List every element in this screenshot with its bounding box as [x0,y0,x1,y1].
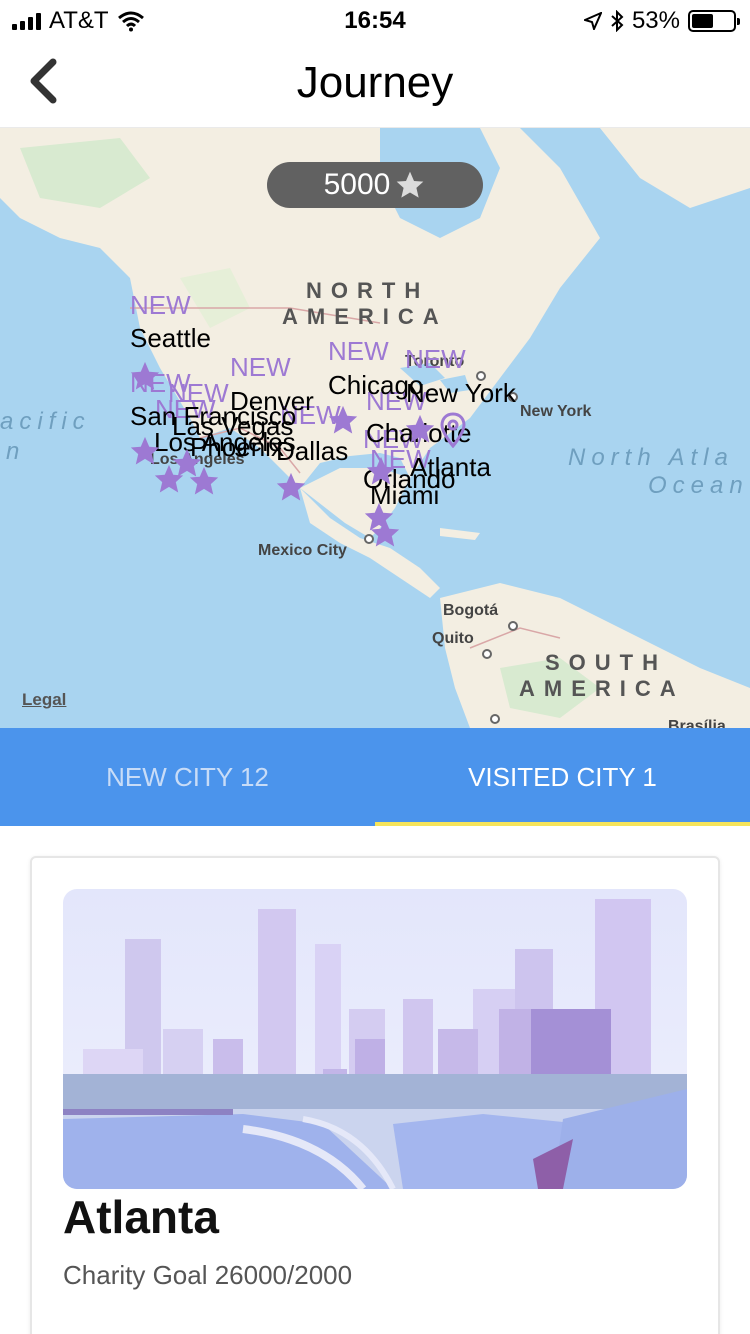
place-label: Bogotá [443,602,499,619]
battery-icon [688,10,740,32]
city-label-dallas[interactable]: Dallas [276,436,348,467]
skyline-illustration [63,889,687,1189]
city-star-marker-icon[interactable] [368,516,402,550]
city-star-marker-icon[interactable] [403,412,437,446]
place-dot [508,621,518,631]
place-label: Quito [432,630,474,647]
status-right: 53% [583,7,740,35]
score-value: 5000 [323,168,391,201]
star-icon [397,171,424,198]
city-label-seattle[interactable]: Seattle [130,323,211,354]
city-title: Atlanta [63,1191,219,1243]
city-label-denver[interactable]: Denver [230,386,314,417]
battery-percent: 53% [631,7,680,34]
page-title: Journey [296,58,454,107]
region-label: SOUTH [545,650,667,675]
place-label: Mexico City [258,542,347,559]
city-card[interactable]: Atlanta Charity Goal 26000/2000 [30,856,720,1334]
journey-map[interactable]: 5000 NORTH AMERICA SOUTH AMERICA acific … [0,128,750,728]
bluetooth-icon [611,10,624,32]
city-skyline-image [63,889,687,1189]
location-pin-icon[interactable] [440,412,466,448]
city-label-phoenix[interactable]: Phoenix [190,432,284,463]
ocean-label: Ocean [648,472,749,499]
place-dot [482,649,492,659]
place-label: New York [520,403,592,420]
region-label: AMERICA [519,676,685,701]
city-label-new-york[interactable]: New York [406,378,516,409]
place-label: Brasília [668,718,726,728]
status-bar: AT&T 16:54 53% [0,0,750,40]
score-pill: 5000 [267,162,483,208]
nav-bar: Journey [0,40,750,128]
tab-new-city[interactable]: NEW CITY 12 [0,728,375,826]
city-star-marker-icon[interactable] [274,470,308,504]
city-star-marker-icon[interactable] [364,454,398,488]
legal-link[interactable]: Legal [22,690,66,710]
location-arrow-icon [583,12,602,30]
city-star-marker-icon[interactable] [326,403,360,437]
tab-visited-city[interactable]: VISITED CITY 1 [375,728,750,826]
city-tabs: NEW CITY 12 VISITED CITY 1 [0,728,750,826]
ocean-label: North Atla [568,444,734,471]
battery-level [692,14,714,28]
charity-goal: Charity Goal 26000/2000 [63,1260,353,1290]
ocean-label: n [6,438,26,465]
region-label: NORTH [306,278,430,303]
new-tag: NEW [328,336,389,366]
place-dot [490,714,500,724]
new-tag: NEW [230,352,291,382]
city-star-marker-icon[interactable] [128,359,162,393]
region-label: AMERICA [282,304,448,329]
ocean-label: acific [0,408,91,435]
city-star-marker-icon[interactable] [187,464,221,498]
new-tag: NEW [130,290,191,320]
